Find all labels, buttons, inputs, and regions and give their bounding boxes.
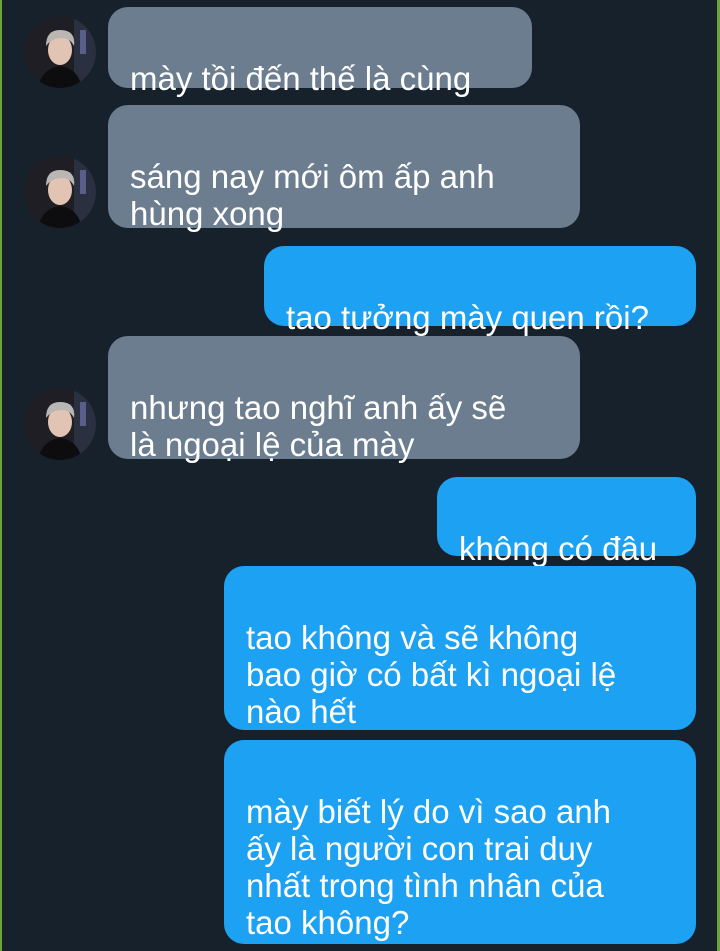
message-bubble-outgoing[interactable]: mày biết lý do vì sao anh ấy là người co…: [224, 740, 696, 944]
contact-avatar-icon[interactable]: [24, 388, 96, 460]
message-text: mày biết lý do vì sao anh ấy là người co…: [246, 793, 612, 941]
message-bubble-incoming[interactable]: sáng nay mới ôm ấp anh hùng xong: [108, 105, 580, 232]
message-text: tao không và sẽ không bao giờ có bất kì …: [246, 619, 617, 730]
message-text: nhưng tao nghĩ anh ấy sẽ là ngoại lệ của…: [130, 389, 507, 463]
message-bubble-incoming[interactable]: mày tồi đến thế là cùng: [108, 7, 532, 97]
frame-edge-left: [0, 0, 2, 951]
message-bubble-outgoing[interactable]: không có đâu: [437, 477, 696, 567]
message-bubble-outgoing[interactable]: tao tưởng mày quen rồi?: [264, 246, 696, 336]
message-bubble-incoming[interactable]: nhưng tao nghĩ anh ấy sẽ là ngoại lệ của…: [108, 336, 580, 463]
message-text: tao tưởng mày quen rồi?: [286, 299, 649, 336]
message-text: sáng nay mới ôm ấp anh hùng xong: [130, 158, 495, 232]
message-text: không có đâu: [459, 530, 658, 567]
contact-avatar-icon[interactable]: [24, 16, 96, 88]
message-text: mày tồi đến thế là cùng: [130, 60, 472, 97]
message-bubble-outgoing[interactable]: tao không và sẽ không bao giờ có bất kì …: [224, 566, 696, 730]
contact-avatar-icon[interactable]: [24, 156, 96, 228]
